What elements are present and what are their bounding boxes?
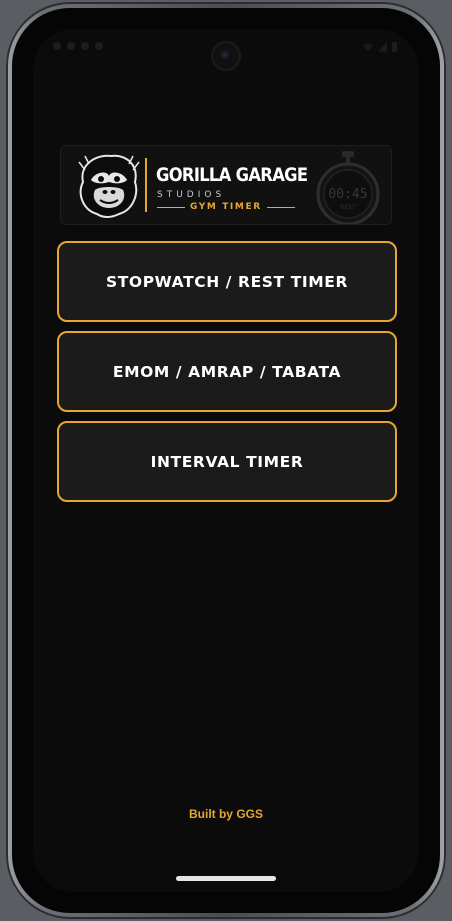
battery-icon: [392, 42, 397, 52]
signal-icon: [378, 42, 387, 52]
footer-credit: Built by GGS: [188, 807, 263, 821]
status-icons-left: [53, 42, 103, 50]
notification-icon: [95, 42, 103, 50]
home-indicator[interactable]: [176, 876, 276, 881]
app-screen: GORILLA GARAGE STUDIOS GYM TIMER 00:45 R…: [33, 29, 419, 892]
stopwatch-caption: REST: [340, 204, 356, 211]
stopwatch-icon: 00:45 REST: [316, 151, 380, 224]
brand-tag: GYM TIMER: [190, 202, 262, 212]
stopwatch-display: 00:45: [328, 187, 367, 202]
brand-title: GORILLA GARAGE: [156, 164, 308, 186]
gorilla-logo-icon: [78, 154, 140, 218]
tag-line-right: [266, 206, 295, 208]
stopwatch-rest-timer-button[interactable]: STOPWATCH / REST TIMER: [57, 241, 397, 322]
banner-divider: [145, 158, 147, 212]
tag-line-left: [157, 206, 185, 208]
emom-amrap-tabata-button[interactable]: EMOM / AMRAP / TABATA: [57, 331, 397, 412]
status-icons-right: [363, 42, 397, 52]
notification-icon: [53, 42, 61, 50]
brand-banner: GORILLA GARAGE STUDIOS GYM TIMER 00:45 R…: [61, 146, 391, 224]
notification-icon: [81, 42, 89, 50]
camera-icon: [213, 43, 239, 69]
brand-subtitle: STUDIOS: [157, 190, 226, 200]
interval-timer-button[interactable]: INTERVAL TIMER: [57, 421, 397, 502]
wifi-icon: [363, 44, 373, 51]
notification-icon: [67, 42, 75, 50]
brand-tag-row: GYM TIMER: [157, 202, 295, 212]
